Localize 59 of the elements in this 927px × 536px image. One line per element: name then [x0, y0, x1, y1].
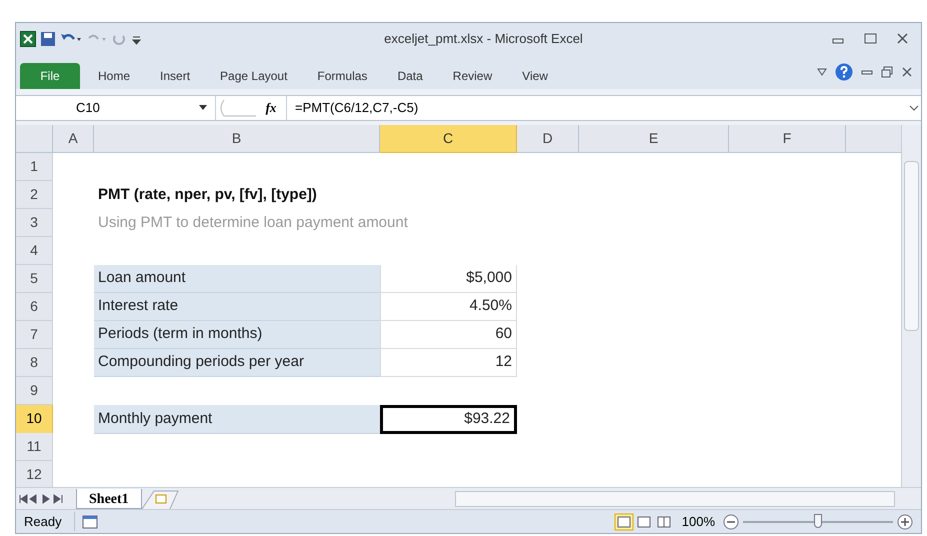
- scroll-thumb[interactable]: [904, 161, 919, 331]
- save-icon[interactable]: [40, 31, 56, 47]
- ribbon-tab[interactable]: Home: [86, 63, 142, 89]
- column-header[interactable]: A: [53, 125, 94, 153]
- label-cell: Periods (term in months): [94, 321, 380, 349]
- value-cell: 4.50%: [380, 293, 517, 321]
- normal-view-icon[interactable]: [614, 512, 634, 530]
- dropdown-icon[interactable]: [199, 105, 207, 111]
- value-cell: $93.22: [380, 405, 517, 434]
- name-box[interactable]: C10: [76, 98, 100, 118]
- ribbon-tab[interactable]: Page Layout: [208, 63, 300, 89]
- label-cell: Interest rate: [94, 293, 380, 321]
- row-header[interactable]: 7: [16, 321, 53, 349]
- row-header[interactable]: 6: [16, 293, 53, 321]
- zoom-out-icon[interactable]: [723, 514, 739, 530]
- ribbon-tab[interactable]: Insert: [148, 63, 202, 89]
- sheet-subtitle: Using PMT to determine loan payment amount: [97, 212, 409, 233]
- row-header[interactable]: 11: [16, 433, 53, 461]
- value-cell: $5,000: [380, 265, 517, 293]
- row-header[interactable]: 4: [16, 237, 53, 265]
- window-title: exceljet_pmt.xlsx - Microsoft Excel: [383, 30, 584, 48]
- row-header[interactable]: 9: [16, 377, 53, 405]
- label-cell: Monthly payment: [94, 405, 380, 434]
- vertical-scrollbar[interactable]: [901, 125, 921, 487]
- zoom-level[interactable]: 100%: [674, 512, 723, 532]
- ribbon-tab[interactable]: Review: [440, 63, 504, 89]
- row-header[interactable]: 2: [16, 181, 53, 209]
- file-tab[interactable]: File: [20, 63, 80, 89]
- zoom-slider-thumb[interactable]: [814, 514, 822, 528]
- column-header[interactable]: E: [579, 125, 729, 153]
- sheet-title: PMT (rate, nper, pv, [fv], [type]): [97, 184, 318, 205]
- row-header[interactable]: 8: [16, 349, 53, 377]
- ribbon-tab[interactable]: Formulas: [305, 63, 380, 89]
- horizontal-scrollbar[interactable]: [455, 490, 895, 506]
- help-icon[interactable]: [835, 63, 853, 81]
- restore-icon[interactable]: [881, 66, 893, 78]
- sheet-tab[interactable]: Sheet1: [76, 488, 142, 508]
- row-header[interactable]: 12: [16, 461, 53, 487]
- formula-field[interactable]: =PMT(C6/12,C7,-C5): [286, 96, 907, 120]
- label-cell: Compounding periods per year: [94, 349, 380, 377]
- insert-function-button[interactable]: fx: [256, 98, 286, 118]
- excel-logo-icon: [20, 31, 36, 47]
- label-cell: Loan amount: [94, 265, 380, 293]
- ribbon-collapse-icon[interactable]: [817, 68, 827, 76]
- column-header[interactable]: F: [729, 125, 846, 153]
- status-text: Ready: [24, 512, 75, 532]
- value-cell: 12: [380, 349, 517, 377]
- row-header[interactable]: 1: [16, 153, 53, 181]
- zoom-in-icon[interactable]: [897, 514, 913, 530]
- row-header[interactable]: 10: [16, 405, 53, 434]
- ribbon-tab[interactable]: View: [510, 63, 560, 89]
- row-header[interactable]: 5: [16, 265, 53, 293]
- row-header[interactable]: 3: [16, 209, 53, 237]
- value-cell: 60: [380, 321, 517, 349]
- ribbon-tab[interactable]: Data: [385, 63, 435, 89]
- close-icon[interactable]: [901, 66, 913, 78]
- column-header[interactable]: C: [380, 125, 517, 153]
- column-header[interactable]: D: [517, 125, 579, 153]
- column-header[interactable]: B: [94, 125, 380, 153]
